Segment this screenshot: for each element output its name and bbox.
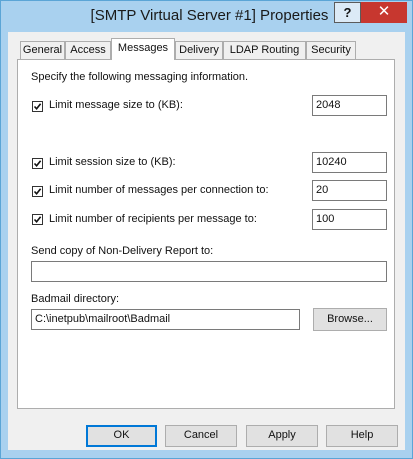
checkmark-icon: [33, 188, 42, 196]
tab-general[interactable]: General: [20, 41, 65, 59]
help-button[interactable]: Help: [326, 425, 398, 447]
recipients-per-message-input[interactable]: 100: [312, 209, 387, 230]
messages-tab-panel: Specify the following messaging informat…: [17, 59, 395, 409]
limit-message-size-checkbox[interactable]: [32, 101, 43, 112]
ndr-recipient-input[interactable]: [31, 261, 387, 282]
title-bar[interactable]: [SMTP Virtual Server #1] Properties ? ✕: [1, 1, 412, 32]
ndr-label: Send copy of Non-Delivery Report to:: [31, 245, 214, 257]
badmail-directory-input[interactable]: C:\inetpub\mailroot\Badmail: [31, 309, 300, 330]
tab-messages[interactable]: Messages: [111, 38, 175, 60]
limit-messages-per-connection-checkbox[interactable]: [32, 186, 43, 197]
close-icon: ✕: [377, 3, 391, 20]
tab-ldap-routing[interactable]: LDAP Routing: [223, 41, 306, 59]
limit-session-size-label: Limit session size to (KB):: [49, 156, 176, 168]
tab-access[interactable]: Access: [65, 41, 111, 59]
session-size-input[interactable]: 10240: [312, 152, 387, 173]
close-button[interactable]: ✕: [361, 2, 407, 23]
tab-delivery[interactable]: Delivery: [175, 41, 223, 59]
limit-messages-per-connection-label: Limit number of messages per connection …: [49, 184, 269, 196]
cancel-button[interactable]: Cancel: [165, 425, 237, 447]
messages-per-connection-input[interactable]: 20: [312, 180, 387, 201]
limit-message-size-label: Limit message size to (KB):: [49, 99, 183, 111]
limit-recipients-per-message-label: Limit number of recipients per message t…: [49, 213, 257, 225]
help-title-button[interactable]: ?: [334, 2, 361, 23]
badmail-directory-label: Badmail directory:: [31, 293, 120, 305]
checkmark-icon: [33, 160, 42, 168]
ok-button[interactable]: OK: [86, 425, 157, 447]
intro-text: Specify the following messaging informat…: [31, 71, 249, 83]
limit-session-size-checkbox[interactable]: [32, 158, 43, 169]
checkmark-icon: [33, 216, 42, 224]
dialog-client-area: General Access Messages Delivery LDAP Ro…: [8, 32, 405, 450]
checkmark-icon: [33, 103, 42, 111]
message-size-input[interactable]: 2048: [312, 95, 387, 116]
browse-button[interactable]: Browse...: [313, 308, 387, 331]
apply-button[interactable]: Apply: [246, 425, 318, 447]
tab-security[interactable]: Security: [306, 41, 356, 59]
limit-recipients-per-message-checkbox[interactable]: [32, 214, 43, 225]
properties-dialog: [SMTP Virtual Server #1] Properties ? ✕ …: [0, 0, 413, 459]
